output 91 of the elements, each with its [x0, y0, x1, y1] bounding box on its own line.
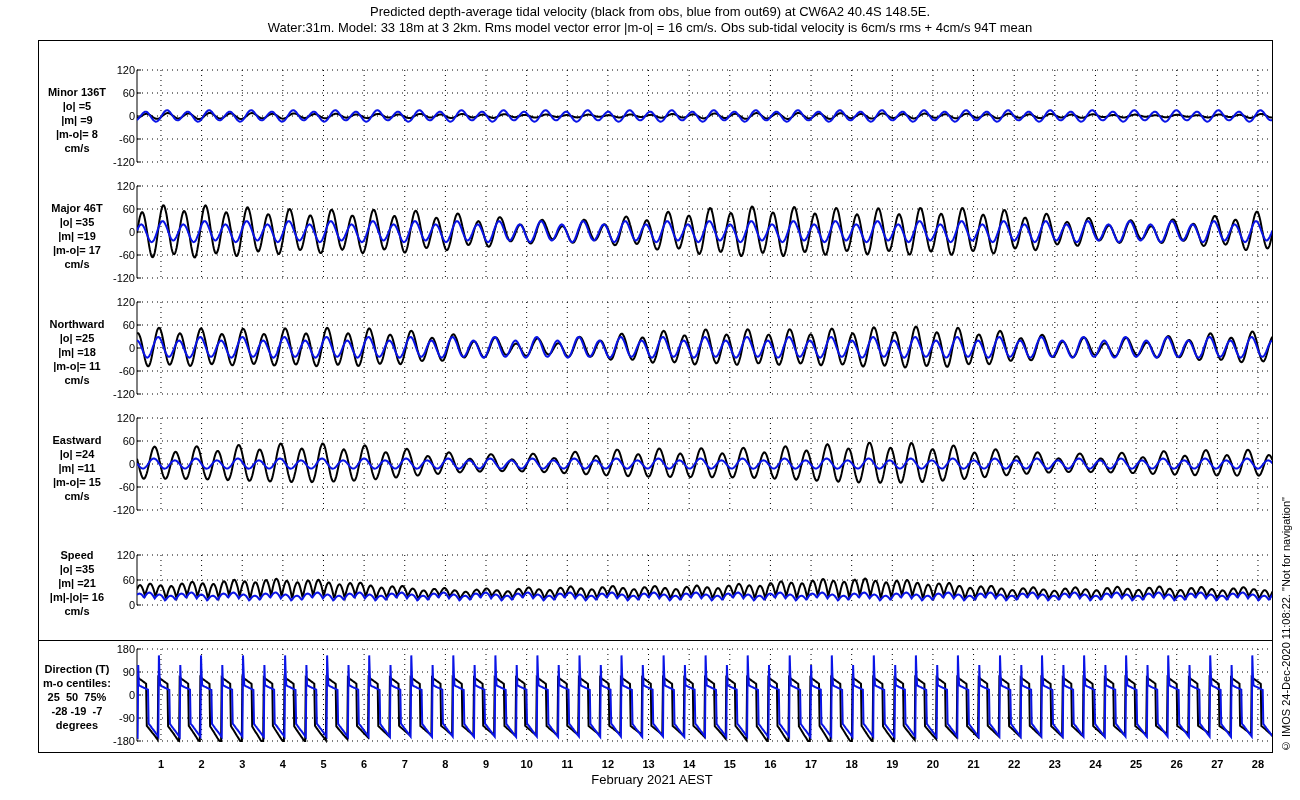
panel-label: cm/s: [64, 489, 90, 503]
axis-tick-label: 60: [122, 574, 135, 586]
axis-tick-label: 8: [442, 758, 449, 770]
y-axis: [136, 554, 142, 606]
axis-tick-label: -60: [119, 365, 135, 377]
panel-label: |o| =24: [59, 447, 95, 461]
axis-tick-label: 60: [122, 87, 135, 99]
panel-label: |o| =35: [59, 215, 95, 229]
axis-tick-label: 120: [116, 180, 135, 192]
axis-tick-label: 60: [122, 435, 135, 447]
axis-tick-label: 21: [967, 758, 980, 770]
panel-label: |m| =21: [58, 576, 96, 590]
axis-tick-label: 27: [1211, 758, 1224, 770]
axis-tick-label: 24: [1089, 758, 1102, 770]
axis-tick-label: 28: [1251, 758, 1265, 770]
axis-tick-label: 120: [116, 412, 135, 424]
axis-tick-label: 10: [520, 758, 533, 770]
chart-title: Predicted depth-average tidal velocity (black from obs, blue from out69) at CW6A2 40.4S 148.5E.: [370, 4, 930, 20]
axis-tick-label: 14: [683, 758, 696, 770]
axis-tick-label: 20: [926, 758, 940, 770]
axis-tick-label: 60: [122, 319, 135, 331]
axis-tick-label: 0: [128, 458, 135, 470]
axis-tick-label: 7: [401, 758, 408, 770]
axis-tick-label: 0: [128, 110, 135, 122]
axis-tick-label: 5: [320, 758, 327, 770]
axis-tick-label: 9: [482, 758, 490, 770]
axis-tick-label: 0: [128, 342, 135, 354]
chart-title: Water:31m. Model: 33 18m at 3 2km. Rms model vector error |m-o| = 16 cm/s. Obs sub-tidal velocity is 6cm/s rms + 4cm/s 94T mean: [267, 20, 1033, 36]
axis-tick-label: 6: [361, 758, 368, 770]
panel-label: |m| =18: [58, 345, 96, 359]
axis-tick-label: 22: [1008, 758, 1021, 770]
panel-label: cm/s: [64, 604, 90, 618]
panel-label: |o| =5: [62, 99, 92, 113]
panel-label: |m-o|= 11: [53, 359, 101, 373]
panel-label: Eastward: [52, 433, 102, 447]
panel-label: |m| =19: [58, 229, 96, 243]
axis-tick-label: 2: [198, 758, 205, 770]
axis-tick-label: 0: [128, 689, 135, 701]
axis-tick-label: -120: [112, 156, 135, 168]
axis-tick-label: 17: [804, 758, 818, 770]
axis-tick-label: 13: [642, 758, 655, 770]
axis-tick-label: 4: [279, 758, 286, 770]
axis-tick-label: 1: [157, 758, 165, 770]
axis-tick-label: -90: [119, 712, 135, 724]
axis-tick-label: 19: [886, 758, 899, 770]
panel-label: |m-o|= 15: [52, 475, 101, 489]
panel-label: Northward: [49, 317, 105, 331]
axis-tick-label: 12: [601, 758, 615, 770]
panel-label: Minor 136T: [47, 85, 106, 99]
axis-tick-label: -120: [112, 504, 135, 516]
axis-tick-label: -120: [112, 272, 135, 284]
panel-label: 25 50 75%: [47, 689, 107, 704]
panel-label: |m-o|= 8: [56, 127, 98, 141]
x-axis-title: February 2021 AEST: [591, 773, 713, 787]
axis-tick-label: -120: [112, 388, 135, 400]
panel-label: |m|-|o|= 16: [49, 590, 105, 604]
timestamp-note: © IMOS 24-Dec-2020 11:08:22. "Not for navigation": [1279, 497, 1294, 752]
panel-label: |m| =11: [58, 461, 96, 475]
axis-tick-label: 120: [116, 64, 135, 76]
panel-label: |m-o|= 17: [52, 243, 101, 257]
axis-tick-label: 18: [845, 758, 858, 770]
panel-label: Major 46T: [51, 201, 103, 215]
axis-tick-label: -60: [119, 249, 135, 261]
panel-label: cm/s: [64, 257, 90, 271]
panel-label: |o| =35: [59, 562, 95, 576]
panel-label: |m| =9: [61, 113, 93, 127]
axis-tick-label: -60: [119, 133, 135, 145]
axis-tick-label: 15: [723, 758, 736, 770]
axis-tick-label: 180: [116, 643, 135, 655]
panel-label: m-o centiles:: [43, 675, 111, 690]
panel-label: Direction (T): [44, 661, 110, 676]
panel-label: Speed: [60, 548, 94, 562]
axis-tick-label: 11: [561, 758, 574, 770]
panel-label: cm/s: [64, 141, 90, 155]
panel-label: degrees: [55, 717, 99, 732]
axis-tick-label: 16: [764, 758, 777, 770]
axis-tick-label: 120: [116, 296, 135, 308]
axis-tick-label: 0: [128, 599, 135, 611]
axis-tick-label: 3: [239, 758, 246, 770]
axis-tick-label: 0: [128, 226, 135, 238]
axis-tick-label: 25: [1129, 758, 1143, 770]
axis-tick-label: -60: [119, 481, 135, 493]
panel-label: cm/s: [64, 373, 90, 387]
axis-tick-label: 60: [122, 203, 135, 215]
axis-tick-label: 90: [122, 666, 135, 678]
axis-tick-label: -180: [112, 735, 135, 747]
axis-tick-label: 23: [1048, 758, 1061, 770]
panel-label: |o| =25: [59, 331, 95, 345]
axis-tick-label: 120: [116, 549, 135, 561]
panel-label: -28 -19 -7: [51, 703, 103, 718]
axis-tick-label: 26: [1170, 758, 1183, 770]
